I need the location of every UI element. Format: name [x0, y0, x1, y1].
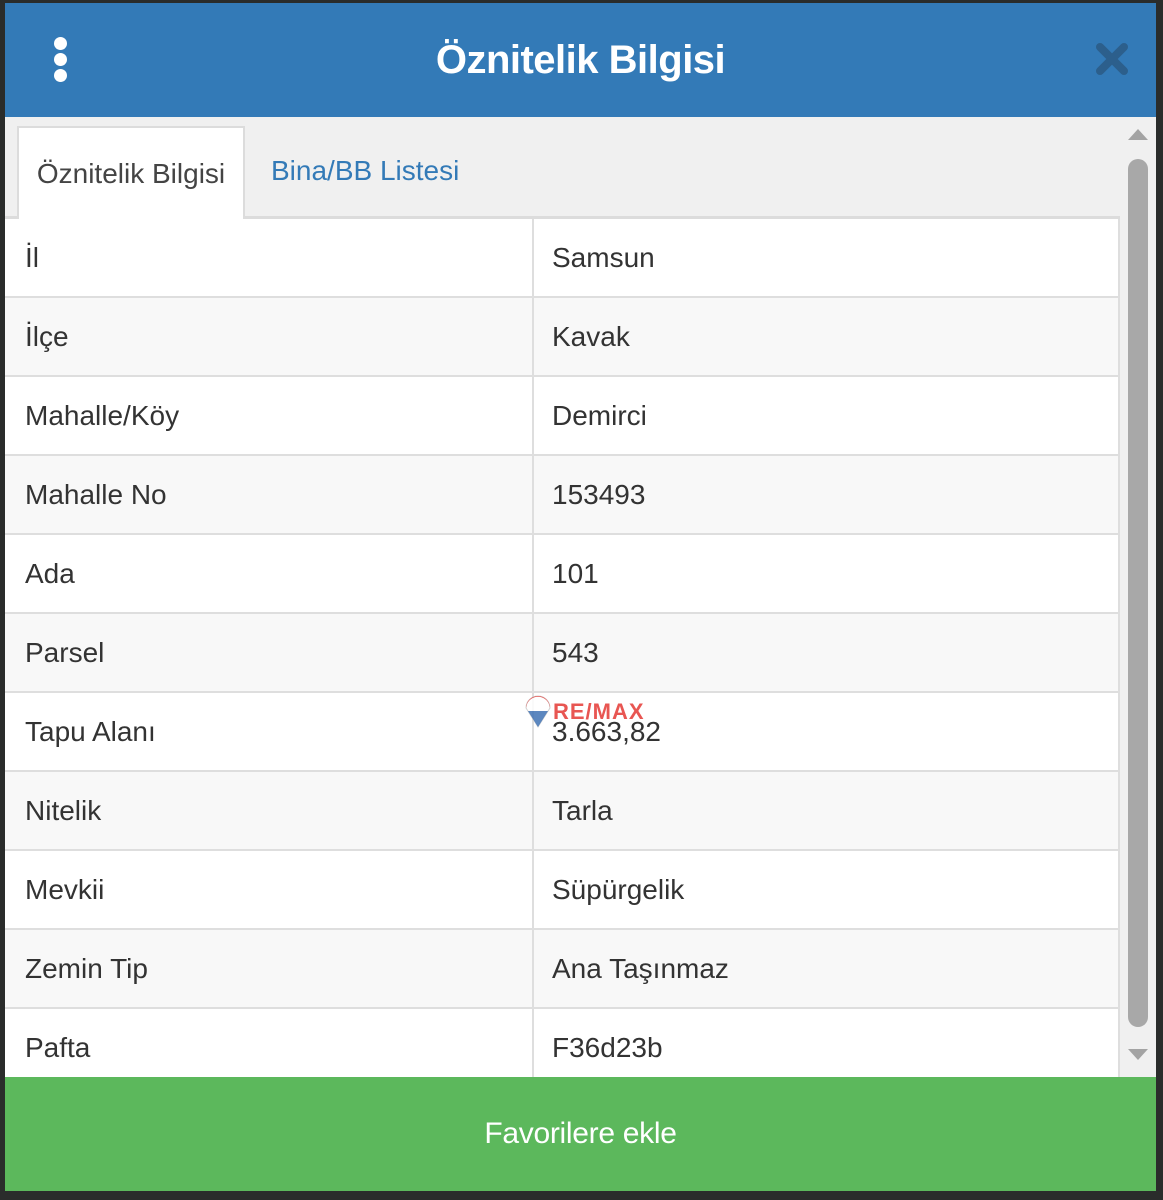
- attribute-value: Samsun: [533, 219, 1120, 297]
- tab-building-list[interactable]: Bina/BB Listesi: [271, 126, 459, 216]
- table-row: Tapu Alanı 3.663,82: [5, 691, 1120, 771]
- attribute-value: Demirci: [533, 375, 1120, 455]
- scroll-thumb[interactable]: [1128, 159, 1148, 1027]
- table-row: İlçe Kavak: [5, 296, 1120, 376]
- attribute-table: İl Samsun İlçe Kavak Mahalle/Köy Demirci Mahal…: [5, 219, 1120, 1077]
- attribute-key: Mevkii: [5, 849, 534, 929]
- table-row: Ada 101: [5, 533, 1120, 613]
- attribute-key: Parsel: [5, 612, 534, 692]
- attribute-value: 101: [533, 533, 1120, 613]
- table-row: Pafta F36d23b: [5, 1007, 1120, 1077]
- attribute-value: F36d23b: [533, 1007, 1120, 1077]
- table-row: Parsel 543: [5, 612, 1120, 692]
- attribute-value: Ana Taşınmaz: [533, 928, 1120, 1008]
- scroll-up-arrow-icon[interactable]: [1128, 129, 1148, 140]
- add-to-favorites-button[interactable]: Favorilere ekle: [5, 1077, 1156, 1191]
- table-row: Mahalle No 153493: [5, 454, 1120, 534]
- attribute-value: 543: [533, 612, 1120, 692]
- close-icon[interactable]: [1092, 39, 1132, 79]
- attribute-key: Mahalle/Köy: [5, 375, 534, 455]
- kebab-menu-icon[interactable]: [45, 37, 77, 83]
- dialog-header: Öznitelik Bilgisi: [5, 3, 1156, 117]
- attribute-info-dialog: Öznitelik Bilgisi Öznitelik Bilgisi Bina…: [5, 3, 1156, 1191]
- attribute-value: 3.663,82: [533, 691, 1120, 771]
- attribute-value: Kavak: [533, 296, 1120, 376]
- attribute-key: Nitelik: [5, 770, 534, 850]
- attribute-key: İlçe: [5, 296, 534, 376]
- attribute-value: Süpürgelik: [533, 849, 1120, 929]
- tab-attribute-info[interactable]: Öznitelik Bilgisi: [17, 126, 245, 219]
- dialog-content: Öznitelik Bilgisi Bina/BB Listesi İl Sams…: [5, 117, 1120, 1077]
- attribute-key: Tapu Alanı: [5, 691, 534, 771]
- attribute-key: İl: [5, 219, 534, 297]
- table-row: Mahalle/Köy Demirci: [5, 375, 1120, 455]
- attribute-key: Ada: [5, 533, 534, 613]
- table-row: Mevkii Süpürgelik: [5, 849, 1120, 929]
- attribute-value: 153493: [533, 454, 1120, 534]
- table-row: Zemin Tip Ana Taşınmaz: [5, 928, 1120, 1008]
- tab-bar: Öznitelik Bilgisi Bina/BB Listesi: [5, 117, 1120, 219]
- attribute-key: Pafta: [5, 1007, 534, 1077]
- dialog-title: Öznitelik Bilgisi: [435, 37, 726, 82]
- table-row: Nitelik Tarla: [5, 770, 1120, 850]
- attribute-value: Tarla: [533, 770, 1120, 850]
- attribute-key: Mahalle No: [5, 454, 534, 534]
- attribute-key: Zemin Tip: [5, 928, 534, 1008]
- scroll-down-arrow-icon[interactable]: [1128, 1049, 1148, 1060]
- vertical-scrollbar[interactable]: [1120, 117, 1156, 1077]
- table-row: İl Samsun: [5, 219, 1120, 297]
